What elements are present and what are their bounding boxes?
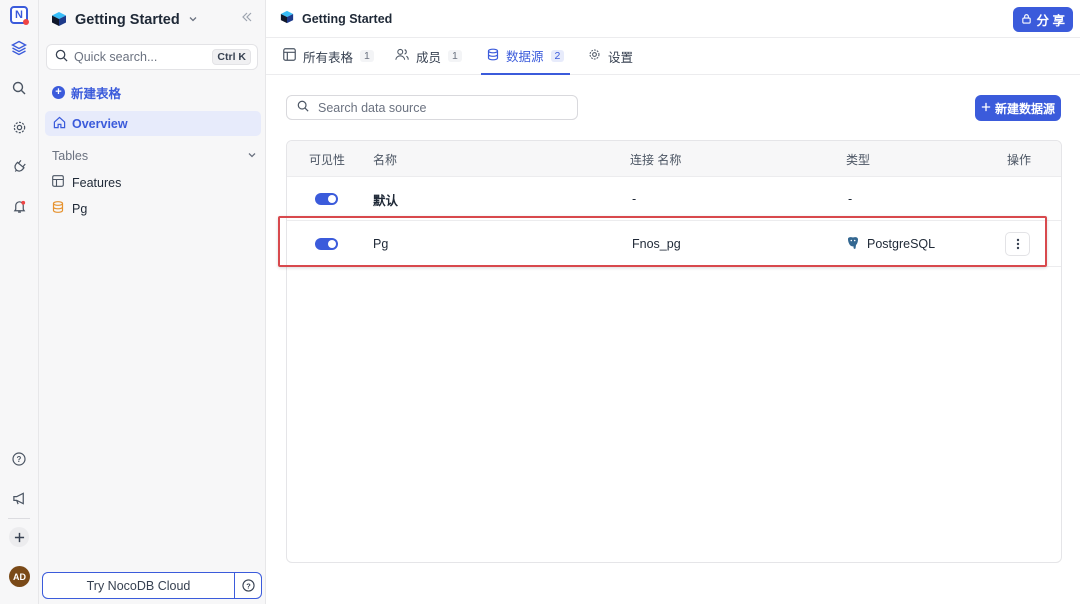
overview-label: Overview xyxy=(72,116,128,131)
try-cloud-button[interactable]: Try NocoDB Cloud ? xyxy=(42,572,262,599)
tab-count-badge: 1 xyxy=(360,50,374,62)
table-row: 默认 - - xyxy=(287,177,1061,221)
table-label: Pg xyxy=(72,201,88,216)
try-cloud-label: Try NocoDB Cloud xyxy=(86,578,191,593)
tab-members[interactable]: 成员 1 xyxy=(395,38,462,74)
database-icon xyxy=(52,201,64,216)
chevron-down-icon xyxy=(247,149,257,163)
page-title: Getting Started xyxy=(302,11,393,26)
bell-icon[interactable] xyxy=(9,196,29,216)
column-header-connection: 连接 名称 xyxy=(630,152,682,167)
type-label: PostgreSQL xyxy=(867,237,936,251)
nocodb-logo-icon[interactable]: N xyxy=(10,6,29,25)
tab-all-tables[interactable]: 所有表格 1 xyxy=(283,38,374,74)
visibility-toggle[interactable] xyxy=(315,193,338,205)
cube-icon xyxy=(280,10,294,27)
visibility-toggle[interactable] xyxy=(315,238,338,250)
chevron-down-icon xyxy=(188,14,198,27)
svg-text:?: ? xyxy=(17,455,22,464)
visibility-cell xyxy=(315,177,338,221)
plus-icon[interactable] xyxy=(9,527,29,547)
share-label: 分 享 xyxy=(1036,14,1065,28)
new-table-button[interactable]: + 新建表格 xyxy=(52,83,121,102)
datasource-search-placeholder: Search data source xyxy=(318,100,427,115)
new-table-label: 新建表格 xyxy=(71,87,122,101)
connection-cell: Fnos_pg xyxy=(632,237,681,251)
tab-count-badge: 2 xyxy=(550,49,565,62)
tab-label: 所有表格 xyxy=(303,50,354,65)
tab-label: 数据源 xyxy=(506,50,544,64)
plug-icon[interactable] xyxy=(9,156,29,176)
name-cell: 默认 xyxy=(373,193,399,208)
new-datasource-button[interactable]: 新建数据源 xyxy=(975,95,1061,121)
name-cell: Pg xyxy=(373,237,389,251)
cube-icon xyxy=(51,11,67,30)
grid-icon xyxy=(52,175,64,190)
column-header-visibility: 可见性 xyxy=(309,152,346,167)
help-icon[interactable]: ? xyxy=(234,573,261,598)
avatar[interactable]: AD xyxy=(9,566,30,587)
rail-divider xyxy=(8,518,30,519)
column-header-type: 类型 xyxy=(846,152,871,167)
search-icon xyxy=(55,49,68,65)
search-icon[interactable] xyxy=(9,78,29,98)
plus-circle-icon: + xyxy=(52,86,65,99)
new-datasource-label: 新建数据源 xyxy=(994,101,1055,116)
users-icon xyxy=(395,48,409,64)
actions-cell xyxy=(1005,221,1030,267)
collapse-sidebar-icon[interactable] xyxy=(241,11,253,26)
datasource-table: 可见性 名称 连接 名称 类型 操作 默认 - - Pg Fnos_pg Pos… xyxy=(286,140,1062,563)
tab-label: 设置 xyxy=(608,50,634,65)
table-icon xyxy=(283,48,296,64)
quick-search-input[interactable]: Quick search... Ctrl K xyxy=(46,44,258,70)
tab-datasources[interactable]: 数据源 2 xyxy=(481,38,571,75)
help-icon[interactable]: ? xyxy=(9,449,29,469)
tables-header-label: Tables xyxy=(52,149,89,163)
tab-label: 成员 xyxy=(416,50,442,65)
tab-settings[interactable]: 设置 xyxy=(588,38,633,74)
column-header-name: 名称 xyxy=(373,152,398,167)
tables-section-header[interactable]: Tables xyxy=(52,149,257,163)
more-options-button[interactable] xyxy=(1005,232,1030,256)
table-header: 可见性 名称 连接 名称 类型 操作 xyxy=(287,141,1061,177)
shortcut-badge: Ctrl K xyxy=(212,49,251,65)
top-bar: Getting Started xyxy=(266,0,1080,38)
app-root: N ? AD Getting Started Quick search... C… xyxy=(0,0,1080,604)
tab-count-badge: 1 xyxy=(448,50,462,62)
share-button[interactable]: 分 享 xyxy=(1012,7,1073,32)
database-icon xyxy=(487,48,499,64)
search-icon xyxy=(297,100,309,115)
postgresql-icon xyxy=(846,236,860,253)
layers-icon[interactable] xyxy=(9,38,29,58)
sidebar: Getting Started Quick search... Ctrl K +… xyxy=(39,0,266,604)
main-panel: Getting Started 分 享 所有表格 1 成员 1 数据源 2 设置… xyxy=(266,0,1080,604)
sidebar-item-overview[interactable]: Overview xyxy=(45,111,261,136)
table-row: Pg Fnos_pg PostgreSQL xyxy=(287,221,1061,267)
quick-search-placeholder: Quick search... xyxy=(74,50,158,64)
connection-cell: - xyxy=(632,192,637,206)
workspace-switcher[interactable]: Getting Started xyxy=(51,10,198,30)
sidebar-item-pg[interactable]: Pg xyxy=(52,201,87,216)
plus-icon xyxy=(981,101,991,115)
type-cell: PostgreSQL xyxy=(846,221,935,267)
visibility-cell xyxy=(315,221,338,267)
gear-icon[interactable] xyxy=(9,117,29,137)
workspace-title: Getting Started xyxy=(75,12,180,28)
gear-icon xyxy=(588,48,601,64)
home-icon xyxy=(53,116,66,132)
tab-bar: 所有表格 1 成员 1 数据源 2 设置 xyxy=(266,38,1080,75)
table-label: Features xyxy=(72,175,122,190)
type-cell: - xyxy=(848,192,853,206)
sidebar-item-features[interactable]: Features xyxy=(52,175,121,190)
column-header-actions: 操作 xyxy=(1007,152,1032,167)
datasource-search-input[interactable]: Search data source xyxy=(286,95,578,120)
megaphone-icon[interactable] xyxy=(9,488,29,508)
lock-icon xyxy=(1021,13,1032,27)
icon-rail: N ? AD xyxy=(0,0,39,604)
svg-text:?: ? xyxy=(246,581,251,590)
